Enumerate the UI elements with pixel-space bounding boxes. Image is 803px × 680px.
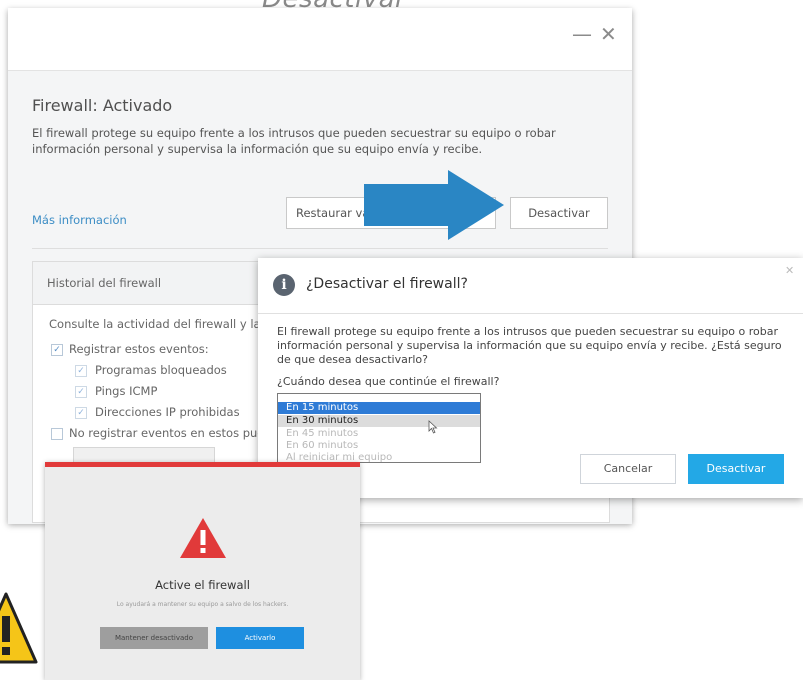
log-events-label: Registrar estos eventos: [69, 342, 209, 356]
history-intro: Consulte la actividad del firewall y las… [49, 317, 278, 331]
option-45-minutes[interactable]: En 45 minutos [278, 428, 480, 440]
dialog-title: ¿Desactivar el firewall? [306, 276, 468, 292]
icmp-pings-label: Pings ICMP [95, 384, 158, 398]
icmp-pings-checkbox[interactable]: ✓ [75, 386, 87, 398]
alert-title: Active el firewall [155, 578, 250, 592]
warning-icon [180, 518, 226, 558]
activate-firewall-alert: Active el firewall Lo ayudará a mantener… [45, 462, 360, 680]
no-log-label: No registrar eventos en estos puer [69, 426, 270, 440]
deactivate-button[interactable]: Desactivar [510, 197, 608, 229]
cancel-button[interactable]: Cancelar [580, 454, 676, 484]
resume-question: ¿Cuándo desea que continúe el firewall? [277, 375, 500, 388]
close-icon[interactable]: ✕ [600, 22, 617, 46]
dialog-header: i ¿Desactivar el firewall? ✕ [258, 258, 803, 314]
arrow-right-icon [364, 170, 504, 240]
alert-subtitle: Lo ayudará a mantener su equipo a salvo … [116, 601, 289, 608]
activate-button[interactable]: Activarlo [216, 627, 304, 649]
restore-defaults-label: Restaurar va [296, 206, 370, 220]
log-events-checkbox[interactable]: ✓ [51, 344, 63, 356]
divider [32, 248, 608, 249]
option-30-minutes[interactable]: En 30 minutos [278, 415, 480, 427]
option-15-minutes[interactable]: En 15 minutos [278, 402, 480, 414]
no-log-checkbox[interactable] [51, 428, 63, 440]
option-60-minutes[interactable]: En 60 minutos [278, 440, 480, 452]
minimize-icon[interactable]: — [572, 22, 592, 46]
more-info-link[interactable]: Más información [32, 213, 127, 227]
resume-time-listbox[interactable]: En 15 minutos En 30 minutos En 45 minuto… [277, 393, 481, 463]
firewall-description: El firewall protege su equipo frente a l… [32, 126, 556, 156]
dialog-close-icon[interactable]: ✕ [785, 264, 794, 277]
blocked-programs-checkbox[interactable]: ✓ [75, 365, 87, 377]
keep-disabled-button[interactable]: Mantener desactivado [100, 627, 208, 649]
window-titlebar: — ✕ [8, 8, 632, 70]
firewall-status-title: Firewall: Activado [32, 96, 173, 115]
banned-ips-checkbox[interactable]: ✓ [75, 407, 87, 419]
warning-yellow-icon [0, 592, 38, 664]
confirm-deactivate-button[interactable]: Desactivar [688, 454, 784, 484]
info-icon: i [273, 274, 295, 296]
dialog-description: El firewall protege su equipo frente a l… [277, 325, 782, 366]
banned-ips-label: Direcciones IP prohibidas [95, 405, 240, 419]
mouse-cursor-icon [428, 420, 438, 434]
history-title: Historial del firewall [47, 276, 162, 290]
blocked-programs-label: Programas bloqueados [95, 363, 227, 377]
